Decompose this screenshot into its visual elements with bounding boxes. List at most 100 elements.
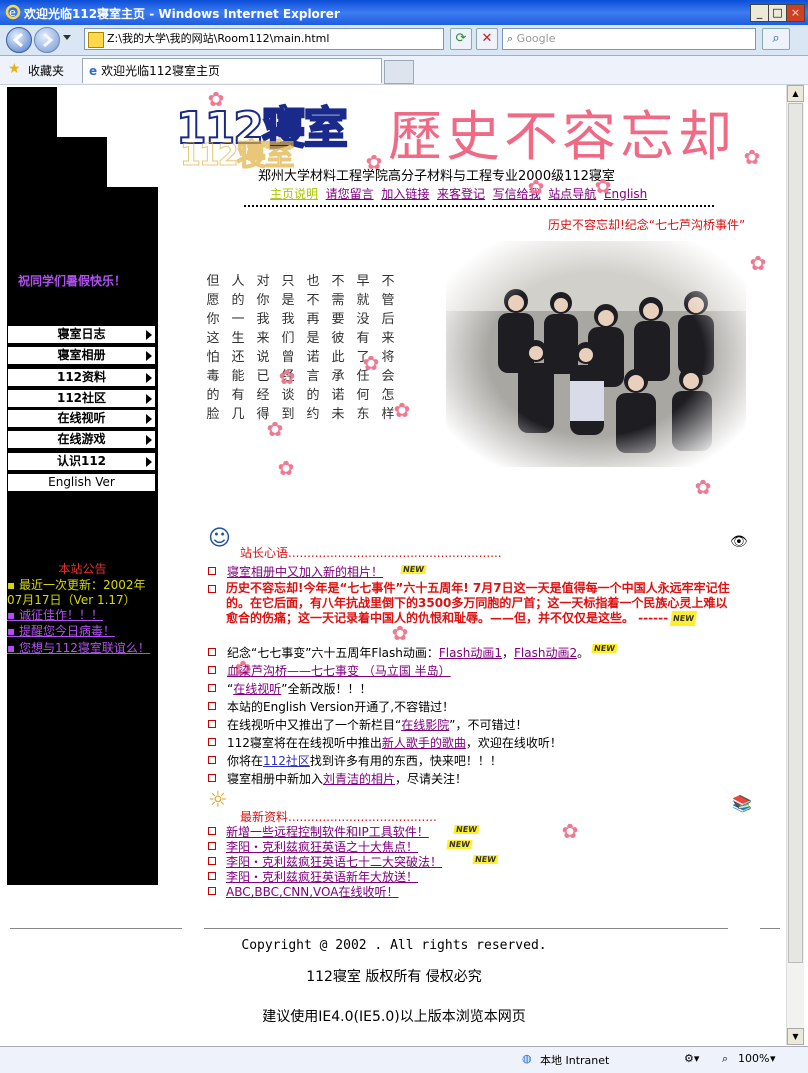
zoom-dropdown-icon[interactable]: ▾	[770, 1052, 776, 1065]
menu-item-online-games[interactable]: 在线游戏	[7, 430, 156, 449]
news-item-suffix: ”全新改版！！！	[281, 682, 372, 696]
status-bar: ◍ 本地 Intranet ⚙▾ ⌕ 100% ▾	[0, 1046, 808, 1073]
menu-label: 在线视听	[57, 411, 106, 425]
flash-link-2[interactable]: Flash动画2	[514, 646, 577, 660]
star-icon[interactable]: ★	[8, 61, 21, 77]
nav-link-sitemap[interactable]: 站点导航	[548, 187, 596, 201]
resource-item[interactable]: ABC,BBC,CNN,VOA在线收听！	[226, 883, 398, 900]
flower-icon: ✿	[277, 456, 295, 480]
nav-link-guestbook[interactable]: 请您留言	[326, 187, 374, 201]
globe-icon: ◍	[522, 1052, 532, 1065]
checkbox-icon	[208, 666, 216, 674]
flower-icon: ✿	[207, 87, 225, 111]
news-item: 纪念“七七事变”六十五周年Flash动画：Flash动画1，Flash动画2。 N…	[227, 644, 618, 661]
poem-column: 只是我们曾经谈到	[281, 274, 295, 422]
news-item: “在线视听”全新改版！！！	[227, 680, 371, 697]
news-item[interactable]: 血染芦沟桥——七七事变 （马立国 半岛）	[227, 662, 451, 679]
nav-link-intro[interactable]: 主页说明	[270, 187, 318, 201]
community-link[interactable]: 112社区	[263, 754, 310, 768]
zone-label: 本地 Intranet	[540, 1054, 610, 1067]
news-item: 在线视听中又推出了一个新栏目“在线影院”，不可错过！	[227, 716, 527, 733]
navigation-bar: Z:\我的大学\我的网站\Room112\main.html ▼ ⟳ ✕ ⌕ G…	[0, 25, 808, 56]
photo-link[interactable]: 刘青洁的相片	[323, 772, 395, 786]
new-singers-link[interactable]: 新人歌手的歌曲	[382, 736, 466, 750]
back-button[interactable]	[6, 27, 32, 53]
footer-advice: 建议使用IE4.0(IE5.0)以上版本浏览本网页	[262, 1009, 526, 1025]
zoom-level[interactable]: 100%	[738, 1052, 769, 1065]
tab-title: 欢迎光临112寝室主页	[101, 64, 221, 78]
refresh-button[interactable]: ⟳	[450, 28, 472, 50]
scroll-up-icon[interactable]: ▲	[787, 85, 804, 102]
new-badge: NEW	[400, 565, 427, 574]
tab-main[interactable]: e 欢迎光临112寝室主页	[82, 58, 382, 83]
sidebar-cutout	[57, 87, 158, 137]
news-header: 站长心语....................................…	[240, 546, 502, 560]
notice-link[interactable]: ▪ 您想与112寝室联谊么！	[7, 639, 150, 656]
news-item-text: 纪念“七七事变”六十五周年Flash动画：	[227, 646, 439, 660]
menu-item-112-info[interactable]: 112资料	[7, 368, 156, 387]
news-item-suffix: ，尽请关注！	[395, 772, 468, 786]
tab-ie-icon: e	[89, 64, 98, 78]
search-icon: ⌕	[507, 32, 514, 45]
menu-item-112-community[interactable]: 112社区	[7, 389, 156, 408]
menu-label: 在线游戏	[57, 432, 106, 446]
forward-button[interactable]	[34, 27, 60, 53]
menu-item-dorm-log[interactable]: 寝室日志	[7, 325, 156, 344]
menu-item-dorm-album[interactable]: 寝室相册	[7, 346, 156, 365]
menu-item-about-112[interactable]: 认识112	[7, 452, 156, 471]
checkbox-icon	[208, 702, 216, 710]
resource-item-text: 李阳・克利兹疯狂英语新年大放送！	[226, 870, 419, 884]
flower-icon: ✿	[594, 174, 612, 198]
search-go-button[interactable]: ⌕	[762, 28, 790, 50]
checkbox-icon	[208, 567, 216, 575]
forward-arrow-icon	[43, 32, 54, 48]
protected-mode-icon[interactable]: ⚙▾	[684, 1052, 699, 1065]
menu-item-online-media[interactable]: 在线视听	[7, 409, 156, 428]
title-bar: e 欢迎光临112寝室主页 - Windows Internet Explore…	[0, 0, 808, 25]
stop-button[interactable]: ✕	[476, 28, 498, 50]
menu-label: 112资料	[56, 370, 107, 384]
nav-link-add-link[interactable]: 加入链接	[381, 187, 429, 201]
favorites-bar: ★ 收藏夹 e 欢迎光临112寝室主页	[0, 56, 808, 85]
history-dropdown-icon[interactable]	[63, 35, 71, 40]
flower-icon: ✿	[749, 251, 767, 275]
poem-column: 不需要彼此承诺未	[331, 274, 345, 422]
favorites-button[interactable]: 收藏夹	[28, 62, 64, 79]
news-item-suffix: ，欢迎在线收听！	[465, 736, 562, 750]
marquee-text: 历史不容忘却!纪念“七七芦沟桥事件”	[548, 218, 746, 232]
address-bar[interactable]: Z:\我的大学\我的网站\Room112\main.html ▼	[84, 28, 444, 50]
resource-item-text: 新增一些远程控制软件和IP工具软件！	[226, 825, 429, 839]
news-item-suffix: ”，不可错过！	[449, 718, 528, 732]
minimize-button[interactable]: _	[750, 4, 769, 22]
news-item[interactable]: 寝室相册中又加入新的相片！	[227, 563, 383, 580]
sidebar-greeting: 祝同学们暑假快乐！	[18, 274, 127, 288]
banner-title: 歷史不容忘却	[388, 105, 736, 168]
vertical-scrollbar[interactable]: ▲ ▼	[786, 85, 804, 1045]
back-arrow-icon	[12, 32, 23, 48]
poem-column: 对你我来说已经得	[256, 274, 270, 422]
scroll-thumb[interactable]	[788, 103, 803, 963]
new-tab-button[interactable]	[384, 60, 414, 84]
online-cinema-link[interactable]: 在线影院	[401, 718, 449, 732]
menu-item-english[interactable]: English Ver	[7, 473, 156, 492]
maximize-button[interactable]: □	[768, 4, 787, 22]
news-item-featured: 历史不容忘却!今年是“七七事件”六十五周年! 7月7日这一天是值得每一个中国人永…	[226, 581, 732, 626]
checkbox-icon	[208, 738, 216, 746]
new-badge: NEW	[591, 644, 618, 653]
notice-link[interactable]: ▪ 诚征佳作！！！	[7, 606, 103, 623]
address-text: Z:\我的大学\我的网站\Room112\main.html	[107, 32, 330, 45]
flower-icon: ✿	[561, 819, 579, 843]
checkbox-icon	[208, 585, 216, 593]
flower-icon: ✿	[362, 351, 380, 375]
resource-item-text: 李阳・克利兹疯狂英语七十二大突破法！	[226, 855, 443, 869]
online-media-link[interactable]: 在线视听	[233, 682, 281, 696]
close-button[interactable]: ×	[786, 4, 805, 22]
footer-divider	[760, 928, 780, 929]
scroll-down-icon[interactable]: ▼	[787, 1028, 804, 1045]
flash-link-1[interactable]: Flash动画1	[439, 646, 502, 660]
notice-link[interactable]: ▪ 提醒您今日病毒！	[7, 622, 115, 639]
books-icon: 📚	[732, 794, 752, 813]
search-input[interactable]: ⌕ Google	[502, 28, 756, 50]
nav-link-visitor[interactable]: 来客登记	[437, 187, 485, 201]
resource-item-text: 李阳・克利兹疯狂英语之十大焦点！	[226, 840, 419, 854]
